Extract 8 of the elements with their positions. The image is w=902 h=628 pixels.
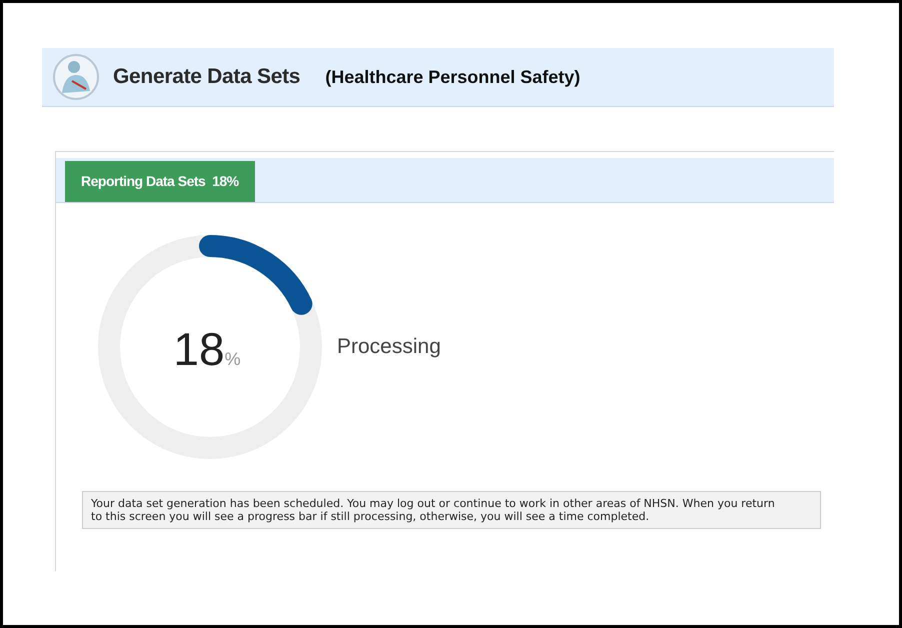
status-text: Processing bbox=[337, 334, 441, 360]
info-message: Your data set generation has been scheduled. You may log out or continue to work in other areas of NHSN. When you return to this screen you will see a progress bar if still processing, otherwise, you will see a time completed. bbox=[82, 491, 821, 529]
page-subtitle: (Healthcare Personnel Safety) bbox=[325, 66, 580, 89]
percent-value: 18 bbox=[173, 326, 225, 372]
tab[interactable]: Reporting Data Sets 18% bbox=[65, 161, 255, 202]
page-title: Generate Data Sets bbox=[113, 64, 300, 90]
person-icon bbox=[52, 53, 100, 101]
percent-sign: % bbox=[224, 350, 241, 368]
